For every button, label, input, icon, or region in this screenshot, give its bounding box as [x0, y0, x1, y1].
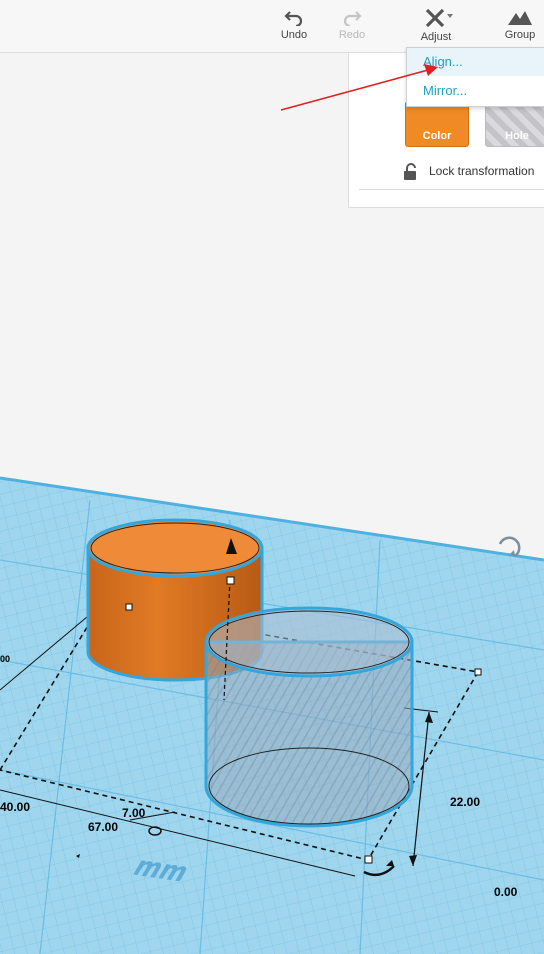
adjust-label: Adjust	[420, 31, 452, 43]
top-toolbar: Undo Redo Adjust Group	[0, 0, 544, 53]
adjust-icon	[425, 8, 453, 28]
dimension-spacing[interactable]: 7.00	[122, 806, 145, 820]
menu-item-mirror[interactable]: Mirror...	[407, 77, 544, 105]
dimension-elevation[interactable]: 0.00	[494, 885, 517, 899]
corner-handle-ne[interactable]	[474, 668, 482, 676]
dimension-height[interactable]: 22.00	[450, 795, 480, 809]
undo-button[interactable]: Undo	[272, 8, 316, 41]
corner-handle-se[interactable]	[364, 855, 373, 864]
hole-swatch[interactable]: Hole	[485, 101, 544, 147]
dimension-width[interactable]: 40.00	[0, 800, 30, 814]
color-label: Color	[422, 130, 452, 142]
panel-divider	[359, 189, 544, 190]
corner-handle-nw[interactable]	[125, 603, 133, 611]
group-icon	[508, 11, 532, 25]
menu-item-align[interactable]: Align...	[407, 48, 544, 76]
dimension-partial: 00	[0, 654, 11, 664]
dimension-length[interactable]: 67.00	[88, 820, 118, 834]
undo-label: Undo	[280, 29, 308, 41]
hole-label: Hole	[505, 130, 529, 142]
unlock-icon[interactable]	[403, 163, 417, 181]
redo-label: Redo	[338, 29, 366, 41]
group-button[interactable]: Group	[498, 8, 542, 41]
undo-icon	[284, 11, 303, 26]
hole-cylinder[interactable]	[204, 606, 414, 828]
redo-button[interactable]: Redo	[330, 8, 374, 41]
lock-transformation-label[interactable]: Lock transformation	[429, 164, 534, 178]
top-handle[interactable]	[226, 576, 235, 585]
group-label: Group	[504, 29, 536, 41]
adjust-dropdown-menu: Align... Mirror...	[406, 47, 544, 107]
color-swatch[interactable]: Color	[405, 101, 469, 147]
adjust-button[interactable]: Adjust	[414, 8, 458, 43]
redo-icon	[343, 11, 362, 26]
